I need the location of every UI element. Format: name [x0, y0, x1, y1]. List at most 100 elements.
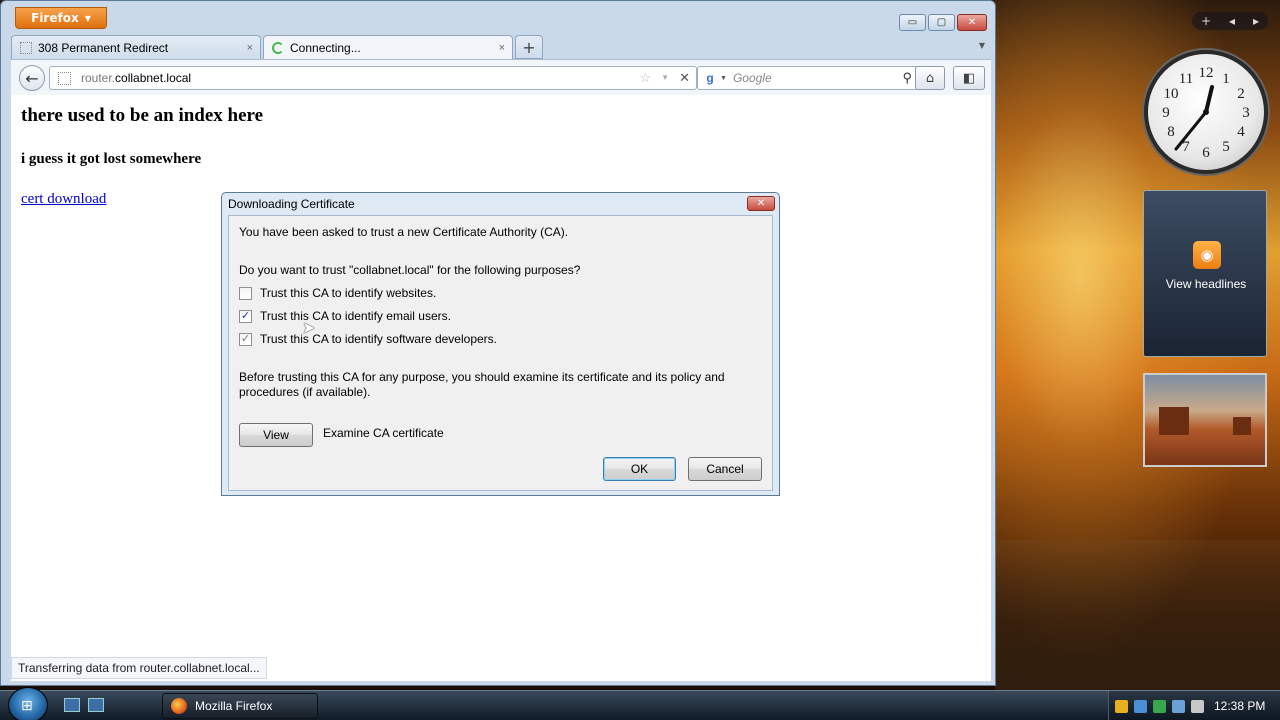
trust-software-label: Trust this CA to identify software devel…: [260, 332, 497, 346]
search-bar[interactable]: g ▼ Google ⚲: [697, 66, 919, 90]
clock-face: 12 1 2 3 4 5 6 7 8 9 10 11: [1162, 65, 1250, 161]
site-identity-icon[interactable]: [58, 71, 71, 85]
volume-muted-icon[interactable]: [1191, 699, 1204, 713]
minimize-button[interactable]: ▭: [899, 14, 926, 31]
chevron-down-icon: ▼: [84, 13, 91, 23]
next-icon[interactable]: ▸: [1253, 14, 1259, 28]
tab-title: 308 Permanent Redirect: [38, 40, 169, 55]
windows-logo-icon: ⊞: [21, 698, 33, 714]
trust-websites-option[interactable]: Trust this CA to identify websites.: [239, 286, 436, 300]
status-bar: Transferring data from router.collabnet.…: [11, 655, 991, 681]
firefox-menu-label: Firefox: [31, 11, 79, 25]
close-button[interactable]: ✕: [957, 14, 987, 31]
trust-email-option[interactable]: ✓ Trust this CA to identify email users.: [239, 309, 451, 323]
clock-numeral: 11: [1179, 71, 1193, 87]
slideshow-gadget[interactable]: [1143, 373, 1267, 467]
mouse-pointer-icon: ➤: [302, 318, 316, 337]
engine-dropdown-icon[interactable]: ▼: [720, 75, 727, 82]
tab-title: Connecting...: [290, 40, 361, 55]
bookmark-star-icon[interactable]: ☆: [640, 70, 652, 86]
clock-numeral: 4: [1237, 124, 1245, 140]
clock-numeral: 10: [1164, 86, 1179, 102]
trust-email-label: Trust this CA to identify email users.: [260, 309, 451, 323]
clock-numeral: 5: [1222, 139, 1230, 155]
view-label: Examine CA certificate: [323, 426, 444, 440]
url-actions: ☆ ▼ ✕: [640, 70, 690, 86]
show-desktop-icon[interactable]: [64, 698, 80, 712]
clock-center: [1203, 109, 1209, 115]
stop-icon[interactable]: ✕: [679, 70, 690, 86]
blank-page-icon: [20, 41, 32, 54]
status-text: Transferring data from router.collabnet.…: [11, 657, 267, 679]
back-button[interactable]: ←: [19, 65, 45, 91]
addon-button[interactable]: ◧: [953, 66, 985, 90]
home-button[interactable]: ⌂: [915, 66, 945, 90]
clock-numeral: 1: [1222, 71, 1230, 87]
security-shield-icon[interactable]: [1115, 699, 1128, 713]
tab-connecting[interactable]: Connecting... ×: [263, 35, 513, 59]
trust-websites-checkbox[interactable]: [239, 286, 252, 300]
trust-software-option[interactable]: ✓ Trust this CA to identify software dev…: [239, 332, 497, 346]
taskbar: ⊞ Mozilla Firefox 12:38 PM: [0, 687, 1280, 720]
dialog-title: Downloading Certificate: [228, 197, 355, 211]
feed-headlines-gadget[interactable]: ◉ View headlines: [1143, 190, 1267, 357]
page-subheading: i guess it got lost somewhere: [21, 151, 202, 167]
tab-list-button[interactable]: ▼: [979, 41, 985, 50]
firefox-icon: [171, 698, 187, 714]
window-controls: ▭ ▢ ✕: [899, 14, 987, 31]
previous-icon[interactable]: ◂: [1229, 14, 1235, 28]
clock-numeral: 3: [1242, 105, 1250, 121]
tray-app-icon[interactable]: [1134, 699, 1147, 713]
start-button[interactable]: ⊞: [8, 687, 48, 720]
cert-download-link[interactable]: cert download: [21, 191, 106, 208]
dialog-question: Do you want to trust "collabnet.local" f…: [239, 263, 581, 277]
url-history-dropdown-icon[interactable]: ▼: [661, 73, 669, 86]
clock-numeral: 8: [1167, 124, 1175, 140]
tab-close-icon[interactable]: ×: [499, 42, 505, 54]
dialog-body: You have been asked to trust a new Certi…: [228, 215, 773, 491]
search-input[interactable]: Google: [733, 71, 772, 85]
taskbar-firefox-button[interactable]: Mozilla Firefox: [162, 693, 318, 719]
system-tray: 12:38 PM: [1108, 691, 1280, 720]
network-icon[interactable]: [1172, 699, 1185, 713]
tab-308-redirect[interactable]: 308 Permanent Redirect ×: [11, 35, 261, 59]
tray-update-icon[interactable]: [1153, 699, 1166, 713]
mesa-shape: [1159, 407, 1189, 435]
tab-bar: 308 Permanent Redirect × Connecting... ×…: [11, 35, 991, 59]
google-engine-icon[interactable]: g: [702, 70, 718, 86]
view-button[interactable]: View: [239, 423, 313, 447]
maximize-button[interactable]: ▢: [928, 14, 955, 31]
loading-spinner-icon: [272, 41, 284, 54]
clock-numeral: 6: [1202, 145, 1210, 161]
page-heading: there used to be an index here: [21, 105, 264, 126]
dialog-note: Before trusting this CA for any purpose,…: [239, 370, 725, 399]
rss-icon: ◉: [1193, 241, 1221, 269]
clock-gadget[interactable]: 12 1 2 3 4 5 6 7 8 9 10 11: [1144, 50, 1268, 174]
ok-button[interactable]: OK: [603, 457, 676, 481]
search-magnifier-icon[interactable]: ⚲: [902, 70, 912, 86]
new-tab-button[interactable]: +: [515, 35, 543, 59]
sidebar-controls: + ◂ ▸: [1192, 12, 1268, 30]
taskbar-firefox-label: Mozilla Firefox: [195, 699, 273, 713]
add-gadget-icon[interactable]: +: [1201, 14, 1211, 28]
download-certificate-dialog: Downloading Certificate ✕ You have been …: [221, 192, 780, 496]
dialog-close-button[interactable]: ✕: [747, 196, 775, 211]
trust-websites-label: Trust this CA to identify websites.: [260, 286, 437, 300]
trust-email-checkbox[interactable]: ✓: [239, 309, 252, 323]
url-host: collabnet.local: [115, 71, 192, 85]
firefox-menu-button[interactable]: Firefox ▼: [15, 7, 107, 29]
trust-software-checkbox[interactable]: ✓: [239, 332, 252, 346]
desktop-wallpaper-sea: [995, 540, 1280, 690]
dialog-intro: You have been asked to trust a new Certi…: [239, 225, 569, 239]
cancel-button[interactable]: Cancel: [688, 457, 762, 481]
clock-numeral: 9: [1162, 105, 1170, 121]
url-bar[interactable]: router. collabnet.local ☆ ▼ ✕: [49, 66, 697, 90]
minute-hand: [1174, 110, 1208, 151]
url-host-prefix: router.: [81, 71, 116, 85]
feed-label: View headlines: [1165, 277, 1247, 291]
hour-hand: [1204, 85, 1214, 114]
clock-numeral: 2: [1237, 86, 1245, 102]
taskbar-clock[interactable]: 12:38 PM: [1214, 699, 1265, 713]
tab-close-icon[interactable]: ×: [247, 42, 253, 54]
switch-windows-icon[interactable]: [88, 698, 104, 712]
